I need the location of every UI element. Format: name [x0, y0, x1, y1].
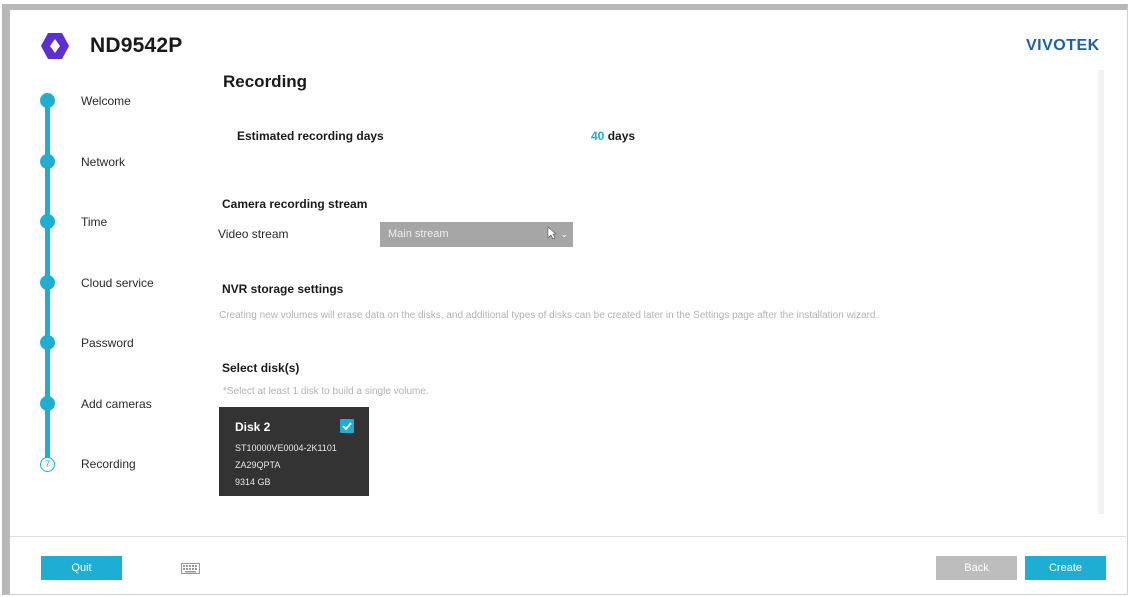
wizard-window	[2, 4, 1128, 595]
back-button[interactable]: Back	[936, 556, 1017, 580]
estimated-days-value: 40 days	[591, 129, 635, 143]
estimated-days-label: Estimated recording days	[237, 129, 384, 143]
select-disks-hint: *Select at least 1 disk to build a singl…	[223, 386, 429, 397]
step-password[interactable]: Password	[81, 336, 134, 350]
step-dot-network	[40, 154, 55, 169]
disk-checkbox[interactable]	[340, 419, 354, 433]
page-title: Recording	[223, 72, 308, 91]
step-recording[interactable]: Recording	[81, 457, 136, 471]
nvr-storage-note: Creating new volumes will erase data on …	[219, 310, 879, 321]
video-stream-label: Video stream	[218, 227, 289, 241]
brand-logo: VIVOTEK	[1026, 37, 1100, 54]
select-disks-heading: Select disk(s)	[222, 361, 300, 375]
video-stream-value: Main stream	[388, 228, 449, 240]
video-stream-select[interactable]: Main stream ⌄	[380, 222, 573, 247]
disk-model: ST10000VE0004-2K1101	[235, 443, 337, 453]
keyboard-icon[interactable]	[181, 563, 200, 574]
content-scrollbar[interactable]	[1098, 70, 1104, 514]
step-current-indicator: 7	[40, 457, 55, 472]
create-button[interactable]: Create	[1025, 556, 1106, 580]
disk-card[interactable]: Disk 2 ST10000VE0004-2K1101 ZA29QPTA 931…	[219, 407, 369, 496]
step-dot-welcome	[40, 93, 55, 108]
disk-name: Disk 2	[235, 420, 271, 434]
disk-size: 9314 GB	[235, 477, 271, 487]
estimated-days-number: 40	[591, 129, 605, 143]
product-title: ND9542P	[90, 34, 183, 57]
estimated-days-unit: days	[607, 129, 636, 143]
quit-button[interactable]: Quit	[41, 556, 122, 580]
step-add-cameras[interactable]: Add cameras	[81, 397, 152, 411]
footer-divider	[10, 536, 1126, 537]
step-dot-password	[40, 335, 55, 350]
hexagon-logo-icon	[41, 33, 69, 59]
chevron-down-icon: ⌄	[560, 229, 568, 239]
nvr-storage-heading: NVR storage settings	[222, 282, 344, 296]
step-time[interactable]: Time	[81, 215, 107, 229]
step-welcome[interactable]: Welcome	[81, 94, 131, 108]
mouse-cursor-icon	[547, 226, 557, 240]
step-dot-cloud-service	[40, 275, 55, 290]
step-network[interactable]: Network	[81, 155, 125, 169]
step-cloud-service[interactable]: Cloud service	[81, 276, 154, 290]
checkmark-icon	[342, 422, 352, 431]
step-dot-add-cameras	[40, 396, 55, 411]
step-dot-time	[40, 214, 55, 229]
camera-stream-heading: Camera recording stream	[222, 197, 368, 211]
disk-serial: ZA29QPTA	[235, 460, 281, 470]
